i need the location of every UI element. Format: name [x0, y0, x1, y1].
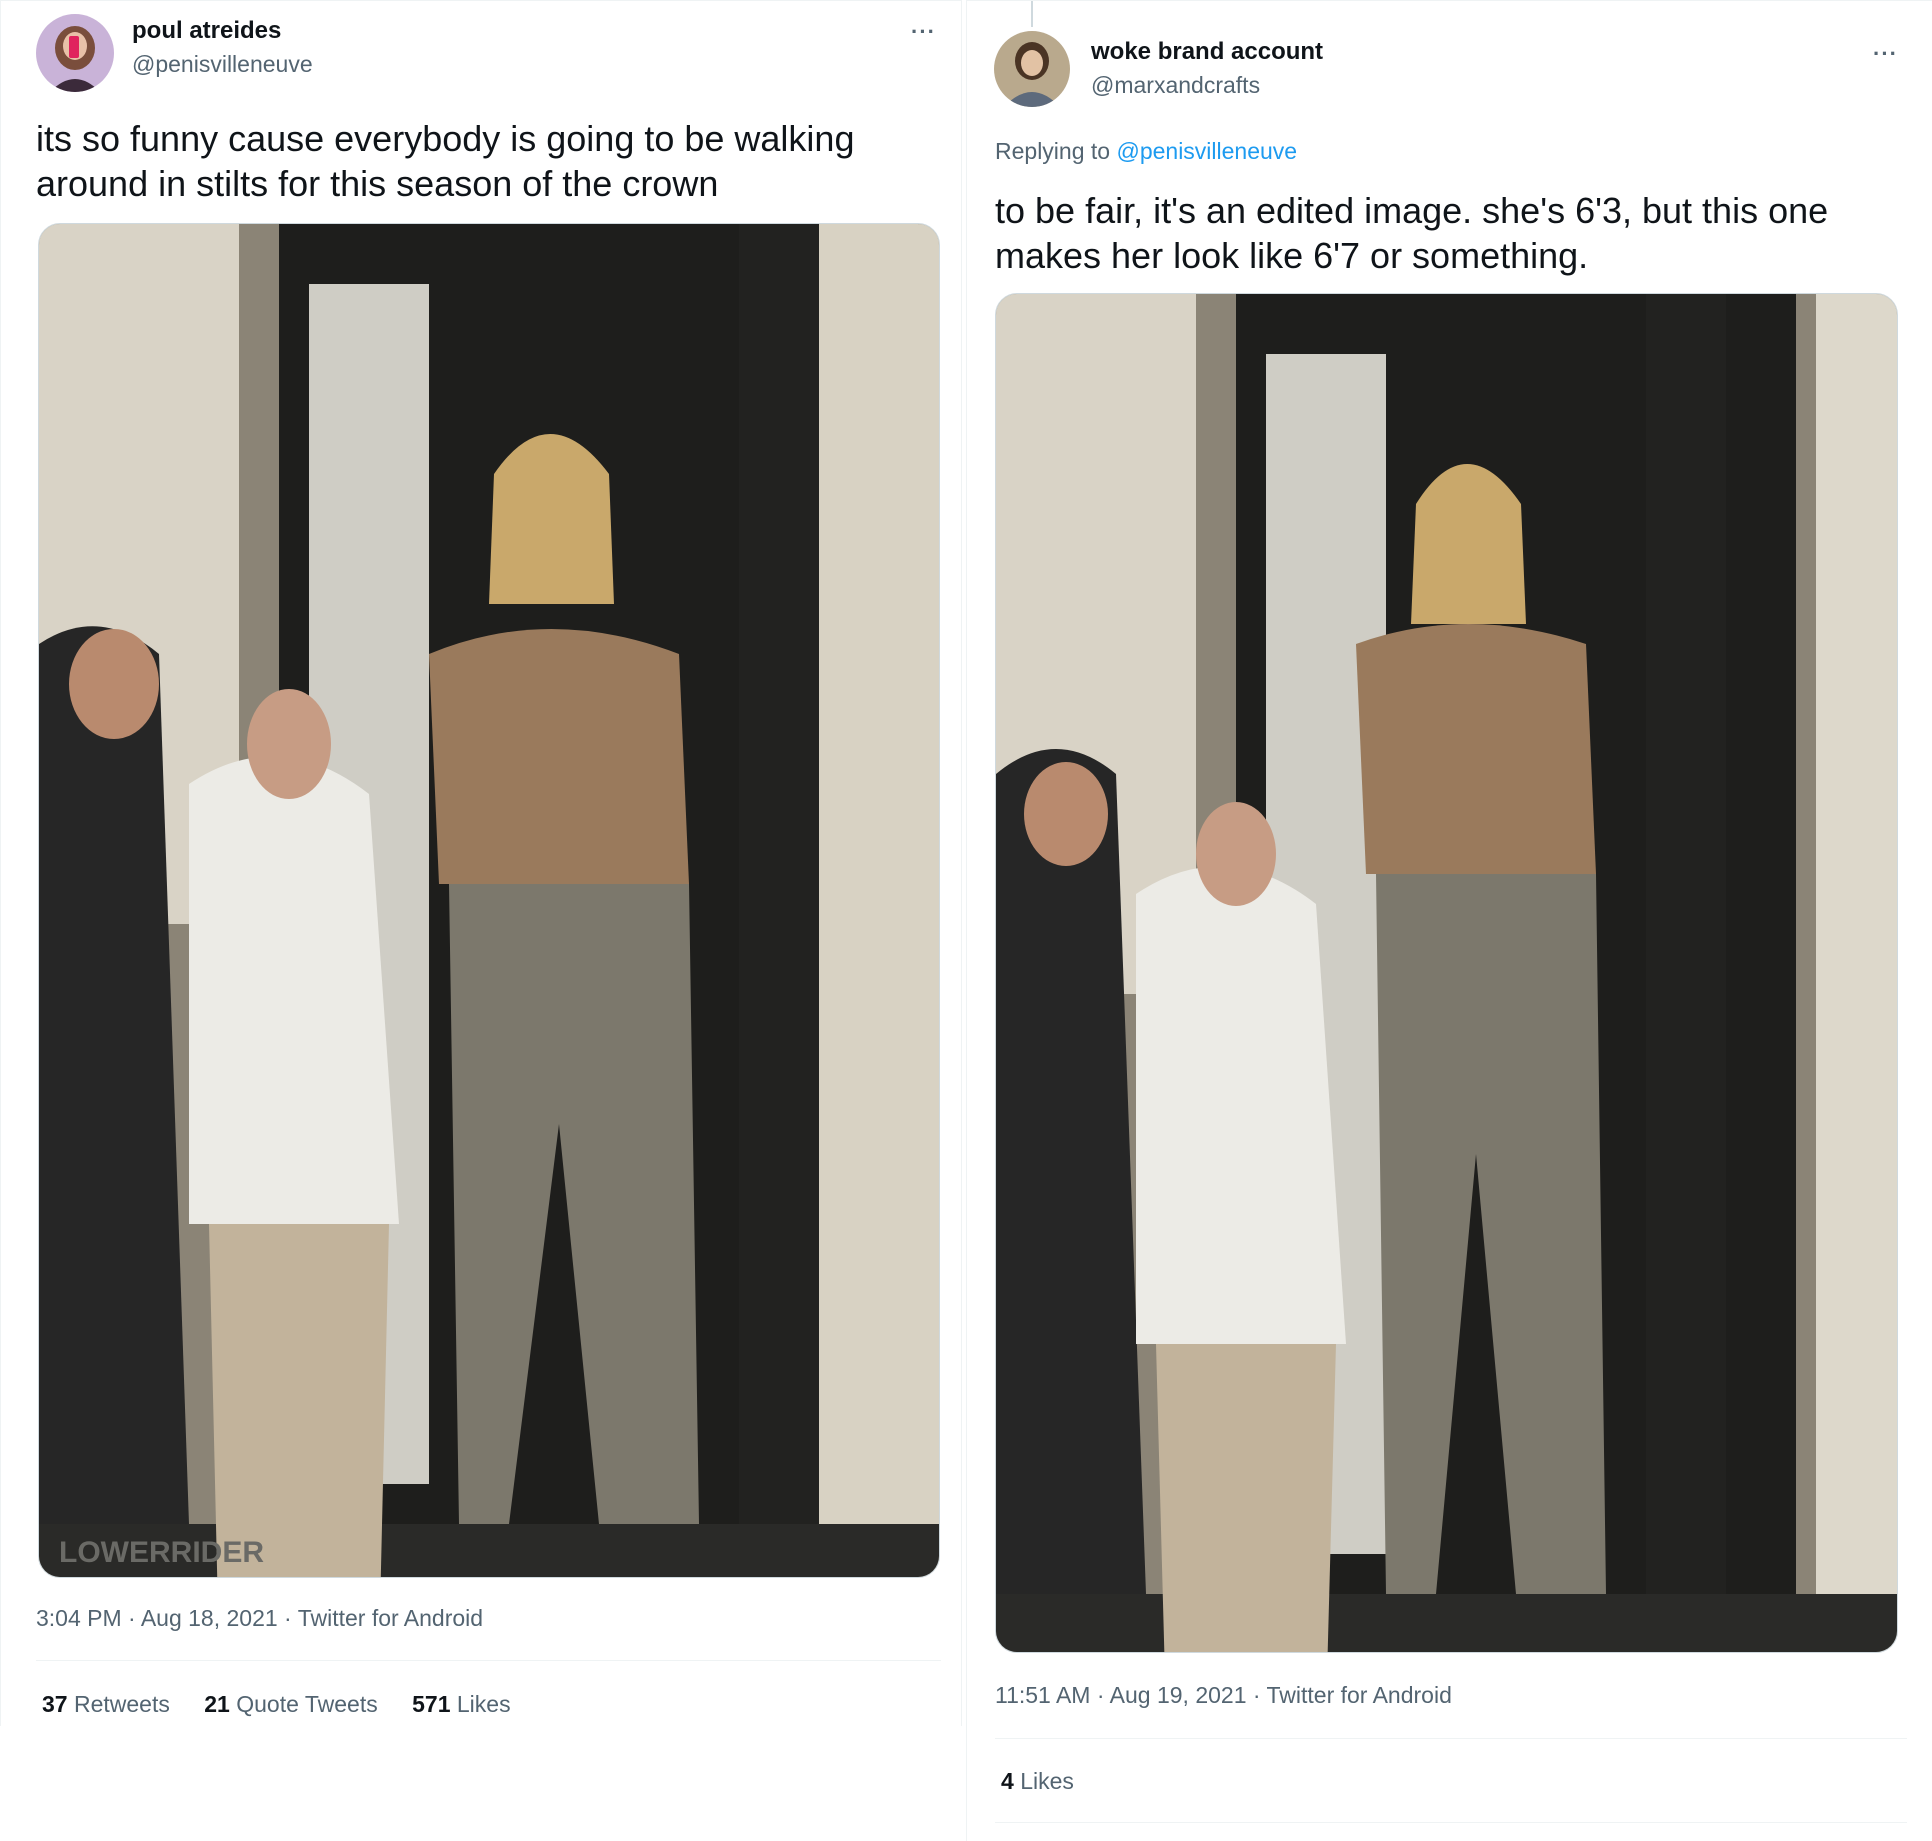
photo-image	[996, 294, 1897, 1652]
tweet-original: poul atreides @penisvilleneuve ··· its s…	[0, 0, 962, 1726]
tweet-timestamp[interactable]: 3:04 PM · Aug 18, 2021 · Twitter for And…	[36, 1605, 483, 1632]
likes-stat[interactable]: 571 Likes	[412, 1691, 510, 1717]
tweet-timestamp[interactable]: 11:51 AM · Aug 19, 2021 · Twitter for An…	[995, 1682, 1452, 1709]
tweet-text: to be fair, it's an edited image. she's …	[995, 190, 1829, 276]
display-name[interactable]: poul atreides	[132, 17, 281, 45]
tweet-stats: 4 Likes	[1001, 1768, 1102, 1795]
divider	[995, 1822, 1907, 1823]
avatar-image	[994, 31, 1070, 107]
user-handle[interactable]: @penisvilleneuve	[132, 51, 313, 78]
tweet-stats: 37 Retweets 21 Quote Tweets 571 Likes	[42, 1691, 539, 1718]
retweets-stat[interactable]: 37 Retweets	[42, 1691, 170, 1717]
user-handle[interactable]: @marxandcrafts	[1091, 72, 1260, 99]
likes-stat[interactable]: 4 Likes	[1001, 1768, 1074, 1794]
tweet-text: its so funny cause everybody is going to…	[36, 118, 855, 204]
tweet-reply: woke brand account @marxandcrafts ··· Re…	[966, 0, 1932, 1841]
display-name[interactable]: woke brand account	[1091, 38, 1323, 66]
more-options-button[interactable]: ···	[911, 19, 936, 45]
tweet-photo[interactable]: LOWERRIDER	[38, 223, 940, 1578]
avatar-image	[36, 14, 114, 92]
photo-watermark: LOWERRIDER	[59, 1536, 264, 1569]
quote-tweets-stat[interactable]: 21 Quote Tweets	[204, 1691, 377, 1717]
avatar[interactable]	[36, 14, 114, 92]
tweet-photo[interactable]	[995, 293, 1898, 1653]
more-options-button[interactable]: ···	[1873, 41, 1898, 67]
replying-to: Replying to @penisvilleneuve	[995, 138, 1298, 164]
avatar[interactable]	[994, 31, 1070, 107]
photo-image: LOWERRIDER	[39, 224, 939, 1577]
replying-to-link[interactable]: @penisvilleneuve	[1116, 138, 1297, 164]
thread-connector-line	[1031, 1, 1033, 27]
divider	[36, 1660, 941, 1661]
divider	[995, 1738, 1907, 1739]
